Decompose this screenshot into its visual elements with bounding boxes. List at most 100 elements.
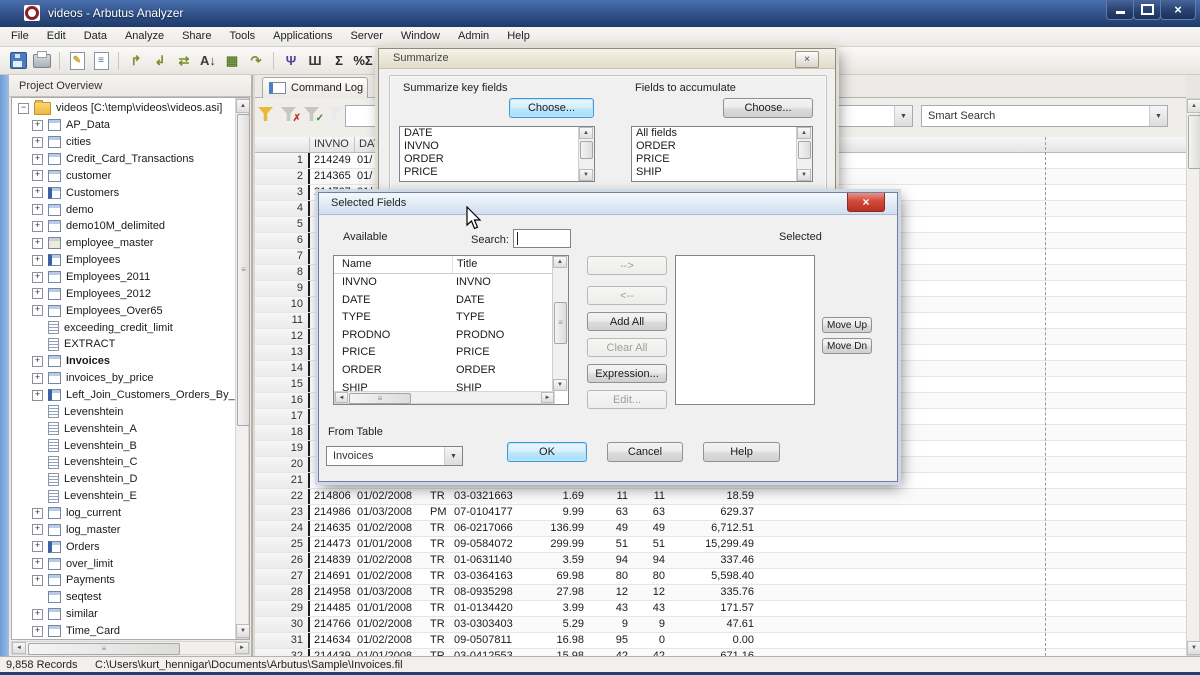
menu-data[interactable]: Data <box>75 27 116 46</box>
row-number[interactable]: 22 <box>255 489 310 504</box>
validate-filter-icon[interactable]: ✓ <box>303 106 322 123</box>
summarize-icon[interactable]: ▦ <box>221 50 243 72</box>
move-left-button[interactable]: <-- <box>587 286 667 305</box>
row-number[interactable]: 13 <box>255 345 310 360</box>
key-field-item[interactable]: INVNO <box>400 140 579 153</box>
tree-expander-icon[interactable]: + <box>32 187 43 198</box>
tree-item-levenshtein-e[interactable]: Levenshtein_E <box>12 488 235 505</box>
tree-expander-icon[interactable]: + <box>32 170 43 181</box>
apply-filter-icon[interactable] <box>257 106 276 123</box>
row-number[interactable]: 4 <box>255 201 310 216</box>
row-number[interactable]: 7 <box>255 249 310 264</box>
print-icon[interactable] <box>31 50 53 72</box>
help-button[interactable]: Help <box>703 442 780 462</box>
tree-item-levenshtein-b[interactable]: Levenshtein_B <box>12 437 235 454</box>
grid-row-30[interactable]: 3021476601/02/2008TR03-03034035.299947.6… <box>255 617 1186 633</box>
move-up-button[interactable]: Move Up <box>822 317 872 333</box>
scroll-right-arrow[interactable]: ► <box>541 392 554 403</box>
list-vertical-scrollbar[interactable]: ▲ ≡ ▼ <box>552 256 568 391</box>
grid-row-29[interactable]: 2921448501/01/2008TR01-01344203.99434317… <box>255 601 1186 617</box>
available-field-row[interactable]: INVNOINVNO <box>334 274 553 292</box>
available-field-row[interactable]: TYPETYPE <box>334 309 553 327</box>
row-number[interactable]: 14 <box>255 361 310 376</box>
list-scrollbar[interactable]: ▲ ▼ <box>796 127 812 181</box>
tree-expander-icon[interactable]: + <box>32 120 43 131</box>
choose-key-fields-button[interactable]: Choose... <box>509 98 594 118</box>
tree-item-payments[interactable]: +Payments <box>12 572 235 589</box>
edit-button[interactable]: Edit... <box>587 390 667 409</box>
scroll-thumb[interactable] <box>1188 115 1200 169</box>
grid-row-23[interactable]: 2321498601/03/2008PM07-01041779.99636362… <box>255 505 1186 521</box>
tree-item-videos-c-temp-videos-videos-asi[interactable]: −videos [C:\temp\videos\videos.asi] <box>12 100 235 117</box>
key-field-item[interactable]: ORDER <box>400 153 579 166</box>
list-scrollbar[interactable]: ▲ ▼ <box>578 127 594 181</box>
tree-item-employees-2011[interactable]: +Employees_2011 <box>12 269 235 286</box>
row-number[interactable]: 5 <box>255 217 310 232</box>
tree-expander-icon[interactable]: + <box>32 558 43 569</box>
clear-all-button[interactable]: Clear All <box>587 338 667 357</box>
row-number[interactable]: 3 <box>255 185 310 200</box>
row-number[interactable]: 18 <box>255 425 310 440</box>
row-number[interactable]: 29 <box>255 601 310 616</box>
key-fields-list[interactable]: DATEINVNOORDERPRICE ▲ ▼ <box>399 126 595 182</box>
histogram-icon[interactable]: Ш <box>304 50 326 72</box>
move-down-button[interactable]: Move Dn <box>822 338 872 354</box>
scroll-thumb[interactable] <box>798 141 811 159</box>
scroll-down-arrow[interactable]: ▼ <box>1187 641 1200 655</box>
tree-expander-icon[interactable]: + <box>32 575 43 586</box>
tree-item-ap-data[interactable]: +AP_Data <box>12 117 235 134</box>
title-bar[interactable]: videos - Arbutus Analyzer × <box>0 0 1200 27</box>
tree-expander-icon[interactable]: + <box>32 137 43 148</box>
row-number[interactable]: 9 <box>255 281 310 296</box>
tree-item-employees[interactable]: +Employees <box>12 252 235 269</box>
grid-corner-cell[interactable] <box>255 137 310 153</box>
tree-expander-icon[interactable]: + <box>32 524 43 535</box>
tree-item-employee-master[interactable]: +employee_master <box>12 235 235 252</box>
available-field-row[interactable]: PRODNOPRODNO <box>334 327 553 345</box>
row-number[interactable]: 25 <box>255 537 310 552</box>
row-number[interactable]: 32 <box>255 649 310 656</box>
close-icon[interactable]: × <box>795 51 819 68</box>
column-header-title[interactable]: Title <box>452 256 477 273</box>
grid-row-22[interactable]: 2221480601/02/2008TR03-03216631.69111118… <box>255 489 1186 505</box>
grid-row-27[interactable]: 2721469101/02/2008TR03-036416369.9880805… <box>255 569 1186 585</box>
tree-expander-icon[interactable]: + <box>32 508 43 519</box>
scroll-thumb[interactable] <box>580 141 593 159</box>
filter-icon[interactable] <box>326 106 345 123</box>
delete-filter-icon[interactable]: ✗ <box>280 106 299 123</box>
scroll-thumb[interactable]: ≡ <box>554 302 567 344</box>
scroll-up-arrow[interactable]: ▲ <box>797 127 811 139</box>
accumulate-field-item[interactable]: PRICE <box>632 153 797 166</box>
tree-item-log-current[interactable]: +log_current <box>12 505 235 522</box>
key-field-item[interactable]: PRICE <box>400 166 579 179</box>
tree-expander-icon[interactable]: + <box>32 272 43 283</box>
scroll-right-arrow[interactable]: ► <box>235 642 249 654</box>
maximize-button[interactable] <box>1133 0 1161 20</box>
row-number[interactable]: 1 <box>255 153 310 168</box>
move-right-button[interactable]: --> <box>587 256 667 275</box>
available-field-row[interactable]: ORDERORDER <box>334 362 553 380</box>
minimize-button[interactable] <box>1106 0 1134 20</box>
menu-admin[interactable]: Admin <box>449 27 498 46</box>
accumulate-fields-list[interactable]: All fieldsORDERPRICESHIP ▲ ▼ <box>631 126 813 182</box>
close-icon[interactable]: × <box>847 193 885 212</box>
ok-button[interactable]: OK <box>507 442 587 462</box>
scroll-left-arrow[interactable]: ◄ <box>12 642 26 654</box>
row-number[interactable]: 16 <box>255 393 310 408</box>
row-number[interactable]: 2 <box>255 169 310 184</box>
available-fields-list[interactable]: Name Title INVNOINVNODATEDATETYPETYPEPRO… <box>333 255 569 405</box>
tree-expander-icon[interactable]: + <box>32 204 43 215</box>
row-number[interactable]: 21 <box>255 473 310 488</box>
command-log-icon[interactable]: ≡ <box>90 50 112 72</box>
tree-item-employees-over65[interactable]: +Employees_Over65 <box>12 302 235 319</box>
available-field-row[interactable]: DATEDATE <box>334 292 553 310</box>
tree-item-over-limit[interactable]: +over_limit <box>12 555 235 572</box>
row-number[interactable]: 26 <box>255 553 310 568</box>
from-table-combo[interactable]: Invoices ▼ <box>326 446 463 466</box>
row-number[interactable]: 17 <box>255 409 310 424</box>
column-header-invno[interactable]: INVNO <box>310 137 355 153</box>
row-number[interactable]: 10 <box>255 297 310 312</box>
scroll-up-arrow[interactable]: ▲ <box>236 99 250 113</box>
summarize-dialog-titlebar[interactable]: Summarize <box>379 49 835 69</box>
row-number[interactable]: 30 <box>255 617 310 632</box>
